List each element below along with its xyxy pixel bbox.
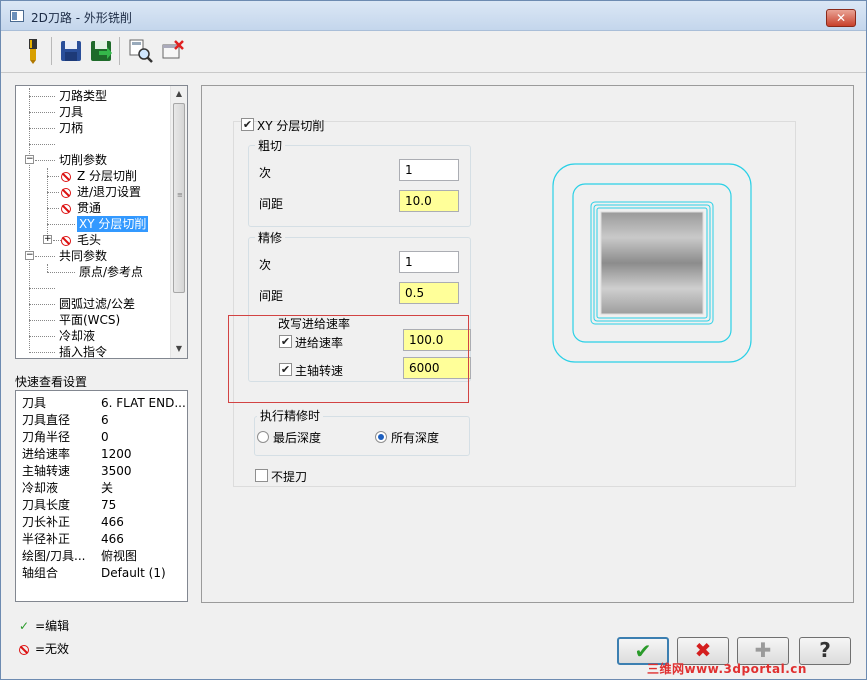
expand-icon[interactable]: + [43, 235, 52, 244]
scrollbar-thumb[interactable]: ≡ [173, 103, 185, 293]
rough-spacing-label: 间距 [259, 197, 284, 211]
quick-view-row: 绘图/刀具... 俯视图 [22, 549, 138, 563]
disabled-icon [61, 187, 71, 198]
quick-view-row: 半径补正 466 [22, 532, 124, 546]
finish-title: 精修 [255, 229, 286, 246]
tree-line [47, 168, 48, 238]
last-depth-radio[interactable] [257, 431, 269, 443]
quick-view-row: 轴组合 Default (1) [22, 566, 166, 580]
scroll-up-icon[interactable]: ▲ [174, 89, 184, 99]
delete-icon[interactable] [159, 37, 187, 65]
quick-view-row: 刀具直径 6 [22, 413, 109, 427]
highlight-box [228, 315, 469, 403]
legend-disabled: =无效 [19, 642, 69, 656]
quick-view-row: 刀角半径 0 [22, 430, 109, 444]
watermark-text: 三维网www.3dportal.cn [647, 662, 807, 676]
toolbar-separator [119, 37, 120, 65]
rough-spacing-input[interactable]: 10.0 [399, 190, 459, 212]
quick-view-panel: 刀具 6. FLAT END... 刀具直径 6 刀角半径 0 进给速率 1200 主轴… [15, 390, 188, 602]
last-depth-label: 最后深度 [273, 431, 322, 445]
close-button[interactable]: ✕ [826, 9, 856, 27]
toolbar-separator [51, 37, 52, 65]
rough-count-label: 次 [259, 166, 272, 180]
quick-view-row: 刀长补正 466 [22, 515, 124, 529]
main-panel: ✔ XY 分层切削 粗切 次 1 间距 10.0 精修 次 1 间距 0.5 改… [201, 85, 854, 603]
rough-title: 粗切 [255, 137, 286, 154]
title-bar: 2D刀路 - 外形铣削 ✕ [1, 1, 866, 31]
legend-edit: ✓ =编辑 [19, 619, 70, 633]
finish-count-label: 次 [259, 258, 272, 272]
check-icon: ✓ [19, 619, 30, 633]
tree-scrollbar[interactable]: ▲ ≡ ▼ [170, 86, 187, 358]
disabled-icon [19, 644, 29, 655]
rough-count-input[interactable]: 1 [399, 159, 459, 181]
disabled-icon [61, 203, 71, 214]
all-depths-radio[interactable] [375, 431, 387, 443]
rough-group: 粗切 次 1 间距 10.0 [248, 137, 471, 227]
quick-view-title: 快速查看设置 [15, 375, 88, 389]
finish-timing-group: 执行精修时 最后深度 所有深度 [254, 407, 470, 456]
window-icon [10, 10, 24, 22]
find-icon[interactable] [127, 37, 155, 65]
window-title: 2D刀路 - 外形铣削 [31, 11, 132, 25]
no-lift-label: 不提刀 [271, 470, 308, 484]
tool-icon[interactable] [19, 37, 47, 65]
quick-view-row: 刀具长度 75 [22, 498, 117, 512]
xy-layers-label: XY 分层切削 [257, 119, 325, 133]
all-depths-label: 所有深度 [391, 431, 440, 445]
quick-view-row: 冷却液关 [22, 481, 114, 495]
finish-spacing-input[interactable]: 0.5 [399, 282, 459, 304]
finish-timing-title: 执行精修时 [257, 407, 324, 424]
quick-view-row: 进给速率 1200 [22, 447, 132, 461]
disabled-icon [61, 171, 71, 182]
tree-line [47, 264, 48, 272]
save-icon[interactable] [57, 37, 85, 65]
quick-view-row: 刀具 6. FLAT END... [22, 396, 186, 410]
quick-view-row: 主轴转速 3500 [22, 464, 132, 478]
save-green-icon[interactable] [87, 37, 115, 65]
parameter-tree[interactable]: 刀路类型 刀具 刀柄 − 切削参数 Z 分层切削 进/退刀设置 贯通 XY 分层… [15, 85, 188, 359]
xy-layers-panel: ✔ XY 分层切削 粗切 次 1 间距 10.0 精修 次 1 间距 0.5 改… [228, 118, 796, 487]
toolbar [1, 31, 866, 73]
scroll-down-icon[interactable]: ▼ [174, 344, 184, 354]
collapse-icon[interactable]: − [25, 155, 34, 164]
disabled-icon [61, 235, 71, 246]
xy-layers-checkbox[interactable]: ✔ [241, 118, 254, 131]
xy-layers-preview [551, 162, 755, 366]
no-lift-checkbox[interactable] [255, 469, 268, 482]
finish-count-input[interactable]: 1 [399, 251, 459, 273]
finish-spacing-label: 间距 [259, 289, 284, 303]
dialog-window: 2D刀路 - 外形铣削 ✕ 刀路类型 刀具 刀柄 − 切削参数 Z 分层切削 进… [0, 0, 867, 680]
collapse-icon[interactable]: − [25, 251, 34, 260]
